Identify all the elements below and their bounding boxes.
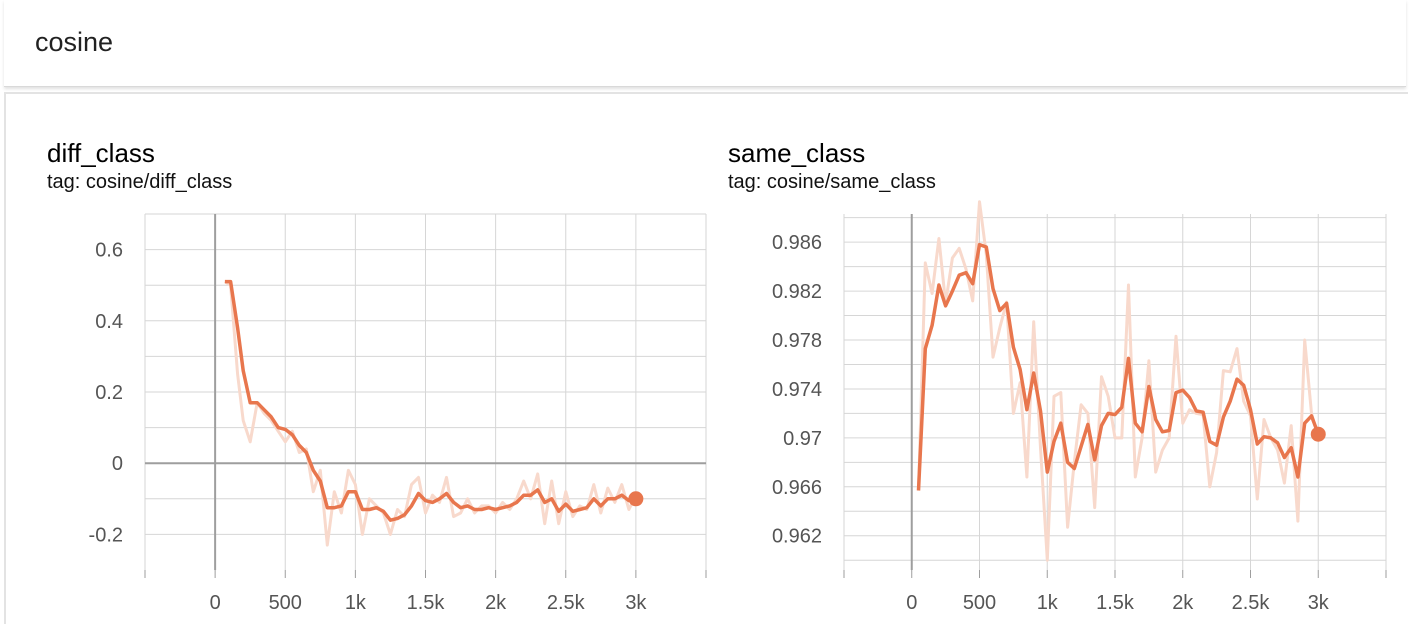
last-point-marker[interactable] xyxy=(1310,426,1326,442)
smoothed-series-line xyxy=(916,242,1320,491)
x-tick-label: 2k xyxy=(1172,592,1194,614)
y-tick-label: 0.966 xyxy=(772,477,822,499)
x-tick-label: 2.5k xyxy=(1232,592,1271,614)
x-tick-label: 3k xyxy=(1308,592,1330,614)
y-tick-label: 0.982 xyxy=(772,281,822,303)
y-tick-label: 0.978 xyxy=(772,330,822,352)
y-tick-label: 0.974 xyxy=(772,379,822,401)
same-class-chart[interactable]: 0.962 0.966 0.97 0.974 0.978 0.982 0.986 0 500 1k… xyxy=(0,0,1410,622)
x-tick-label: 1.5k xyxy=(1096,592,1135,614)
x-tick-label: 0 xyxy=(906,592,917,614)
y-tick-label: 0.986 xyxy=(772,232,822,254)
x-tick-label: 500 xyxy=(963,592,996,614)
y-tick-label: 0.962 xyxy=(772,526,822,548)
y-tick-label: 0.97 xyxy=(783,428,822,450)
x-tick-label: 1k xyxy=(1037,592,1059,614)
